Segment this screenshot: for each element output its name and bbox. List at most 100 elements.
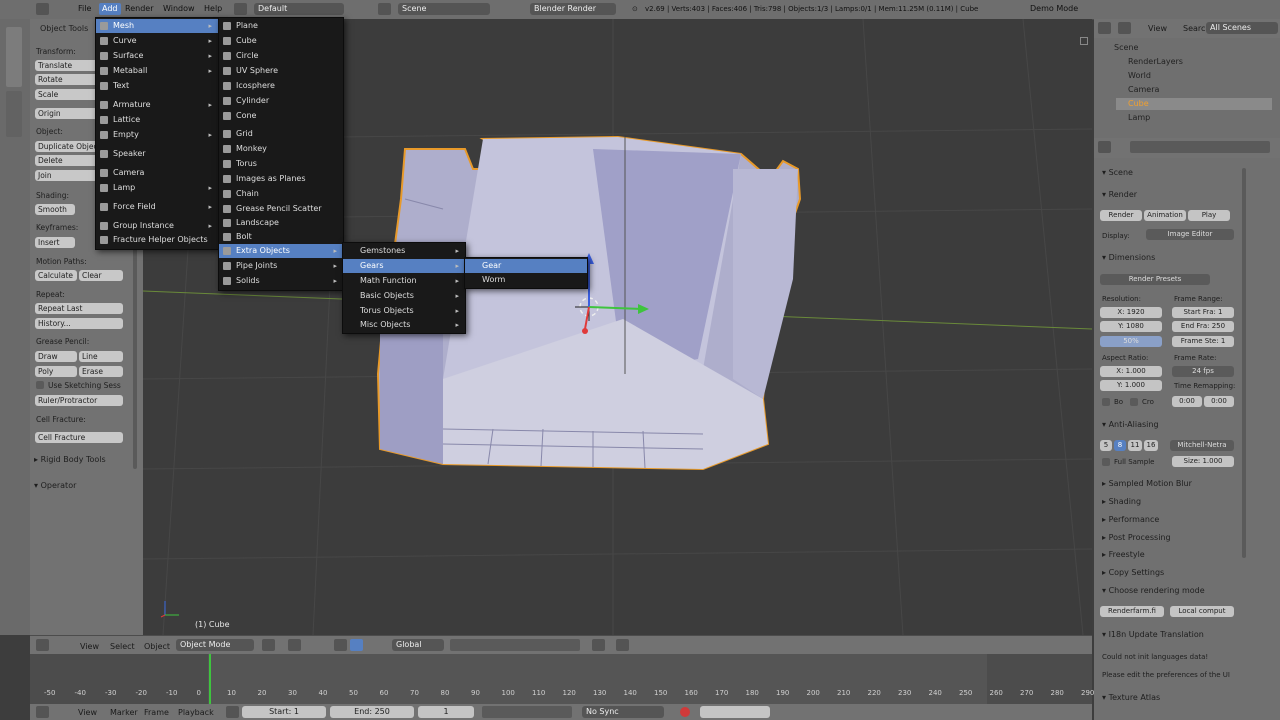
add-fracture-helper-item[interactable]: Fracture Helper Objects xyxy=(96,233,218,247)
add-metaball-item[interactable]: Metaball ▸ xyxy=(96,64,218,78)
translate-manipulator-icon[interactable] xyxy=(350,639,363,651)
shading-mode-icon[interactable] xyxy=(262,639,275,651)
shading-section-header[interactable]: ▸ Shading xyxy=(1102,497,1141,506)
menu-add[interactable]: Add xyxy=(99,3,121,15)
post-processing-section-header[interactable]: ▸ Post Processing xyxy=(1102,533,1171,542)
record-icon[interactable] xyxy=(680,707,690,717)
orientation-selector[interactable]: Global xyxy=(392,639,444,651)
preview-range-icon[interactable] xyxy=(226,706,239,718)
repeat-last-button[interactable]: Repeat Last xyxy=(35,303,123,314)
render-presets-selector[interactable]: Render Presets xyxy=(1100,274,1210,285)
history-button[interactable]: History... xyxy=(35,318,123,329)
add-surface-item[interactable]: Surface ▸ xyxy=(96,49,218,63)
i18n-section-header[interactable]: ▾ I18n Update Translation xyxy=(1102,630,1204,639)
add-group-instance-item[interactable]: Group Instance ▸ xyxy=(96,219,218,233)
play-button[interactable]: Play xyxy=(1188,210,1230,221)
outliner-item-scene[interactable]: Scene xyxy=(1102,42,1272,54)
outliner-item-renderlayers[interactable]: RenderLayers xyxy=(1116,56,1272,68)
add-text-item[interactable]: Text xyxy=(96,79,218,93)
viewport-editor-icon[interactable] xyxy=(36,639,49,651)
layout-icon[interactable] xyxy=(234,3,247,15)
ruler-button[interactable]: Ruler/Protractor xyxy=(35,395,123,406)
insert-keyframe-button[interactable]: Insert xyxy=(35,237,75,248)
mesh-cone-item[interactable]: Cone xyxy=(219,109,343,123)
fps-selector[interactable]: 24 fps xyxy=(1172,366,1234,377)
cell-fracture-button[interactable]: Cell Fracture xyxy=(35,432,123,443)
border-checkbox[interactable] xyxy=(1102,398,1110,406)
resolution-x-field[interactable]: X: 1920 xyxy=(1100,307,1162,318)
outliner-menu-icon[interactable] xyxy=(1118,22,1131,34)
full-sample-checkbox[interactable] xyxy=(1102,458,1110,466)
demo-mode-label[interactable]: Demo Mode xyxy=(1030,4,1078,13)
extra-misc-objects-item[interactable]: Misc Objects ▸ xyxy=(343,318,465,332)
menu-help[interactable]: Help xyxy=(204,4,222,13)
add-lamp-item[interactable]: Lamp ▸ xyxy=(96,181,218,195)
viewport-corner-widget[interactable] xyxy=(1080,37,1088,45)
properties-scrollbar[interactable] xyxy=(1242,168,1246,558)
editor-type-icon[interactable] xyxy=(36,3,49,15)
menu-window[interactable]: Window xyxy=(163,4,195,13)
anti-aliasing-section-header[interactable]: ▾ Anti-Aliasing xyxy=(1102,420,1159,429)
erase-button[interactable]: Erase xyxy=(79,366,123,377)
draw-button[interactable]: Draw xyxy=(35,351,77,362)
keying-set-field[interactable] xyxy=(700,706,770,718)
viewport-select-menu[interactable]: Select xyxy=(110,642,135,651)
render-engine-selector[interactable]: Blender Render xyxy=(530,3,616,15)
create-tab[interactable] xyxy=(6,91,22,137)
smooth-button[interactable]: Smooth xyxy=(35,204,75,215)
properties-editor-icon[interactable] xyxy=(1098,141,1111,153)
layout-selector[interactable]: Default xyxy=(254,3,344,15)
mesh-solids-item[interactable]: Solids ▸ xyxy=(219,274,343,288)
timeline-view-menu[interactable]: View xyxy=(78,708,97,717)
outliner-item-lamp[interactable]: Lamp xyxy=(1116,112,1272,124)
mesh-cube-item[interactable]: Cube xyxy=(219,34,343,48)
start-frame-field[interactable]: Start Fra: 1 xyxy=(1172,307,1234,318)
current-frame-indicator[interactable] xyxy=(209,654,211,704)
mesh-grid-item[interactable]: Grid xyxy=(219,127,343,141)
copy-settings-section-header[interactable]: ▸ Copy Settings xyxy=(1102,568,1164,577)
render-button[interactable]: Render xyxy=(1100,210,1142,221)
mesh-pipe-joints-item[interactable]: Pipe Joints ▸ xyxy=(219,259,343,273)
mesh-circle-item[interactable]: Circle xyxy=(219,49,343,63)
start-frame-field[interactable]: Start: 1 xyxy=(242,706,326,718)
dimensions-section-header[interactable]: ▾ Dimensions xyxy=(1102,253,1155,262)
menu-render[interactable]: Render xyxy=(125,4,153,13)
performance-section-header[interactable]: ▸ Performance xyxy=(1102,515,1159,524)
sync-mode-selector[interactable]: No Sync xyxy=(582,706,664,718)
rendering-mode-section-header[interactable]: ▾ Choose rendering mode xyxy=(1102,586,1205,595)
outliner-editor-icon[interactable] xyxy=(1098,22,1111,34)
timeline-editor-icon[interactable] xyxy=(36,706,49,718)
aa-samples-5[interactable]: 5 xyxy=(1100,440,1112,451)
menu-file[interactable]: File xyxy=(78,4,91,13)
properties-context-tabs[interactable] xyxy=(1130,141,1270,153)
scene-icon[interactable] xyxy=(378,3,391,15)
timeline-frame-menu[interactable]: Frame xyxy=(144,708,169,717)
renderfarm-button[interactable]: Renderfarm.fi xyxy=(1100,606,1164,617)
rigid-body-panel[interactable]: ▸ Rigid Body Tools xyxy=(34,455,106,464)
calculate-button[interactable]: Calculate xyxy=(35,270,77,281)
aa-samples-16[interactable]: 16 xyxy=(1144,440,1158,451)
crop-checkbox[interactable] xyxy=(1130,398,1138,406)
gears-gear-item[interactable]: Gear xyxy=(465,259,587,273)
motion-blur-section-header[interactable]: ▸ Sampled Motion Blur xyxy=(1102,479,1192,488)
playback-controls[interactable] xyxy=(482,706,572,718)
snap-icon[interactable] xyxy=(592,639,605,651)
outliner-item-cube[interactable]: Cube xyxy=(1116,98,1272,110)
layer-buttons[interactable] xyxy=(450,639,580,651)
mesh-chain-item[interactable]: Chain xyxy=(219,187,343,201)
aa-filter-selector[interactable]: Mitchell-Netra xyxy=(1170,440,1234,451)
resolution-percent-slider[interactable]: 50% xyxy=(1100,336,1162,347)
interaction-mode-selector[interactable]: Object Mode xyxy=(176,639,254,651)
scene-selector[interactable]: Scene xyxy=(398,3,490,15)
timeline-marker-menu[interactable]: Marker xyxy=(110,708,138,717)
add-force-field-item[interactable]: Force Field ▸ xyxy=(96,200,218,214)
mesh-plane-item[interactable]: Plane xyxy=(219,19,343,33)
mesh-uv-sphere-item[interactable]: UV Sphere xyxy=(219,64,343,78)
extra-gears-item[interactable]: Gears ▸ xyxy=(343,259,465,273)
sketch-checkbox[interactable] xyxy=(36,381,44,389)
render-section-header[interactable]: ▾ Render xyxy=(1102,190,1137,199)
outliner-item-world[interactable]: World xyxy=(1116,70,1272,82)
pivot-icon[interactable] xyxy=(288,639,301,651)
freestyle-section-header[interactable]: ▸ Freestyle xyxy=(1102,550,1145,559)
time-new-field[interactable]: 0:00 xyxy=(1204,396,1234,407)
